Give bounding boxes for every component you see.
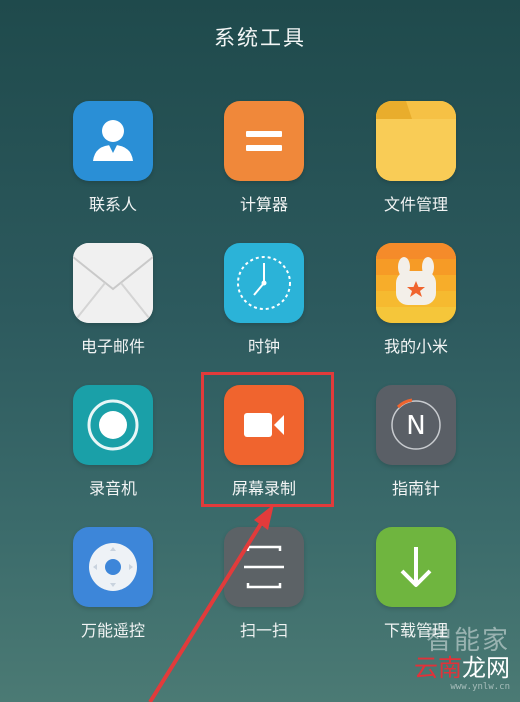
app-label: 指南针 <box>391 479 440 498</box>
folder-icon <box>376 101 456 181</box>
scan-icon <box>224 527 304 607</box>
calculator-icon <box>224 101 304 181</box>
watermark-red-text: 云南 <box>414 654 462 682</box>
watermark: 智能家 云南龙网 www.ynlw.cn <box>414 628 510 692</box>
watermark-line1: 智能家 <box>425 626 510 656</box>
app-label: 录音机 <box>88 479 137 498</box>
app-label: 我的小米 <box>383 337 448 356</box>
app-download-manager[interactable]: 下载管理 <box>356 527 476 641</box>
app-label: 文件管理 <box>383 195 448 214</box>
app-contacts[interactable]: 联系人 <box>53 101 173 215</box>
app-label: 计算器 <box>239 195 288 214</box>
mi-bunny-icon <box>376 243 456 323</box>
app-label: 扫一扫 <box>239 621 288 640</box>
download-icon <box>376 527 456 607</box>
contacts-icon <box>73 101 153 181</box>
svg-text:N: N <box>406 411 425 441</box>
app-clock[interactable]: 时钟 <box>204 243 324 357</box>
highlight-box <box>201 372 334 507</box>
email-icon <box>73 243 153 323</box>
remote-control-icon <box>73 527 153 607</box>
watermark-url: www.ynlw.cn <box>450 682 510 692</box>
app-file-manager[interactable]: 文件管理 <box>356 101 476 215</box>
app-label: 万能遥控 <box>80 621 145 640</box>
app-label: 电子邮件 <box>80 337 145 356</box>
folder-title: 系统工具 <box>214 26 306 50</box>
app-my-xiaomi[interactable]: 我的小米 <box>356 243 476 357</box>
app-recorder[interactable]: 录音机 <box>53 385 173 499</box>
app-calculator[interactable]: 计算器 <box>204 101 324 215</box>
compass-icon: N <box>376 385 456 465</box>
app-remote-control[interactable]: 万能遥控 <box>53 527 173 641</box>
recorder-icon <box>73 385 153 465</box>
app-label: 时钟 <box>247 337 280 356</box>
app-email[interactable]: 电子邮件 <box>53 243 173 357</box>
watermark-white-text: 龙网 <box>462 654 510 682</box>
watermark-line2: 云南龙网 <box>414 654 510 682</box>
clock-icon <box>224 243 304 323</box>
app-compass[interactable]: N 指南针 <box>356 385 476 499</box>
app-label: 联系人 <box>88 195 137 214</box>
app-scan[interactable]: 扫一扫 <box>204 527 324 641</box>
